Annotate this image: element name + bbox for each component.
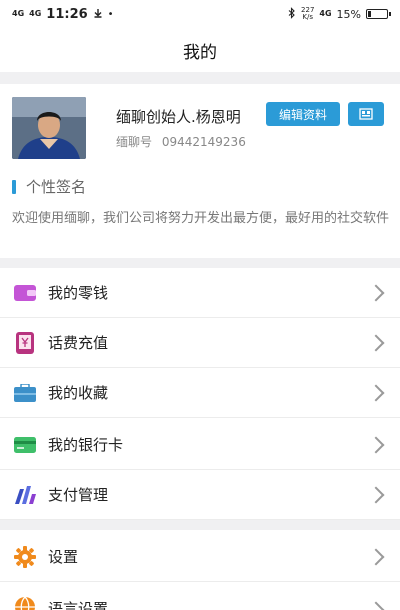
menu-label-phone-recharge: 话费充值 xyxy=(48,334,109,352)
menu-item-settings[interactable]: 设置 xyxy=(0,532,400,582)
chevron-right-icon xyxy=(367,436,385,453)
status-bar-right: 227 K/s 4G 15% xyxy=(288,6,391,22)
menu-item-bank-card[interactable]: 我的银行卡 xyxy=(0,420,400,470)
settings-icon xyxy=(14,545,36,568)
qr-code-icon xyxy=(359,105,373,124)
phone-recharge-icon xyxy=(14,331,36,354)
menu-item-payment-management[interactable]: 支付管理 xyxy=(0,470,400,520)
chevron-right-icon xyxy=(367,384,385,401)
clock-time: 11:26 xyxy=(46,6,88,22)
edit-profile-button[interactable]: 编辑资料 xyxy=(266,102,340,126)
menu-item-favorites[interactable]: 我的收藏 xyxy=(0,368,400,418)
language-icon xyxy=(14,596,36,610)
title-bar: 我的 xyxy=(0,28,400,72)
status-bar-left: 4G 4G 11:26 • xyxy=(12,7,114,22)
signal-strength-2: 4G xyxy=(29,9,42,18)
signature-accent-bar xyxy=(12,179,16,194)
network-type: 4G xyxy=(319,9,332,18)
page-title: 我的 xyxy=(183,42,217,63)
favorites-icon xyxy=(14,382,36,404)
profile-id-label: 缅聊号 xyxy=(116,135,153,149)
signature-text: 欢迎使用缅聊，我们公司将努力开发出最方便，最好用的社交软件 xyxy=(12,211,390,226)
battery-fill xyxy=(368,11,371,17)
section-divider-top xyxy=(0,72,400,84)
notification-dot-icon: • xyxy=(107,8,114,20)
wallet-icon xyxy=(14,282,36,304)
menu-item-language[interactable]: 语言设置 xyxy=(0,582,400,610)
signal-strength-1: 4G xyxy=(12,9,25,18)
menu-label-settings: 设置 xyxy=(48,548,79,566)
menu-label-bank-card: 我的银行卡 xyxy=(48,436,124,454)
chevron-right-icon xyxy=(367,548,385,565)
download-icon xyxy=(93,8,103,21)
section-divider xyxy=(0,520,400,530)
menu-item-wallet[interactable]: 我的零钱 xyxy=(0,268,400,318)
profile-card[interactable]: 缅聊创始人.杨恩明 缅聊号 09442149236 编辑资料 xyxy=(0,84,400,168)
profile-id-row: 缅聊号 09442149236 xyxy=(116,133,246,150)
signature-title: 个性签名 xyxy=(26,178,87,196)
payment-management-icon xyxy=(14,484,36,506)
avatar[interactable] xyxy=(12,97,86,159)
chevron-right-icon xyxy=(367,334,385,351)
menu-label-favorites: 我的收藏 xyxy=(48,384,109,402)
menu-label-language: 语言设置 xyxy=(48,600,109,610)
chevron-right-icon xyxy=(367,284,385,301)
status-bar: 4G 4G 11:26 • 227 K/s 4G 15% xyxy=(0,0,400,28)
menu-item-phone-recharge[interactable]: 话费充值 xyxy=(0,318,400,368)
qr-code-button[interactable] xyxy=(348,102,384,126)
signature-header: 个性签名 xyxy=(12,176,86,197)
network-speed: 227 K/s xyxy=(301,7,314,21)
battery-icon xyxy=(366,9,391,19)
profile-id-value: 09442149236 xyxy=(161,135,246,149)
bank-card-icon xyxy=(14,434,36,456)
menu-label-wallet: 我的零钱 xyxy=(48,284,109,302)
profile-nickname: 缅聊创始人.杨恩明 xyxy=(116,108,241,126)
section-divider xyxy=(0,258,400,268)
network-speed-unit: K/s xyxy=(302,13,314,21)
menu-label-payment-management: 支付管理 xyxy=(48,486,109,504)
bluetooth-icon xyxy=(288,6,296,22)
chevron-right-icon xyxy=(367,486,385,503)
chevron-right-icon xyxy=(367,601,385,610)
battery-percent: 15% xyxy=(336,7,361,21)
